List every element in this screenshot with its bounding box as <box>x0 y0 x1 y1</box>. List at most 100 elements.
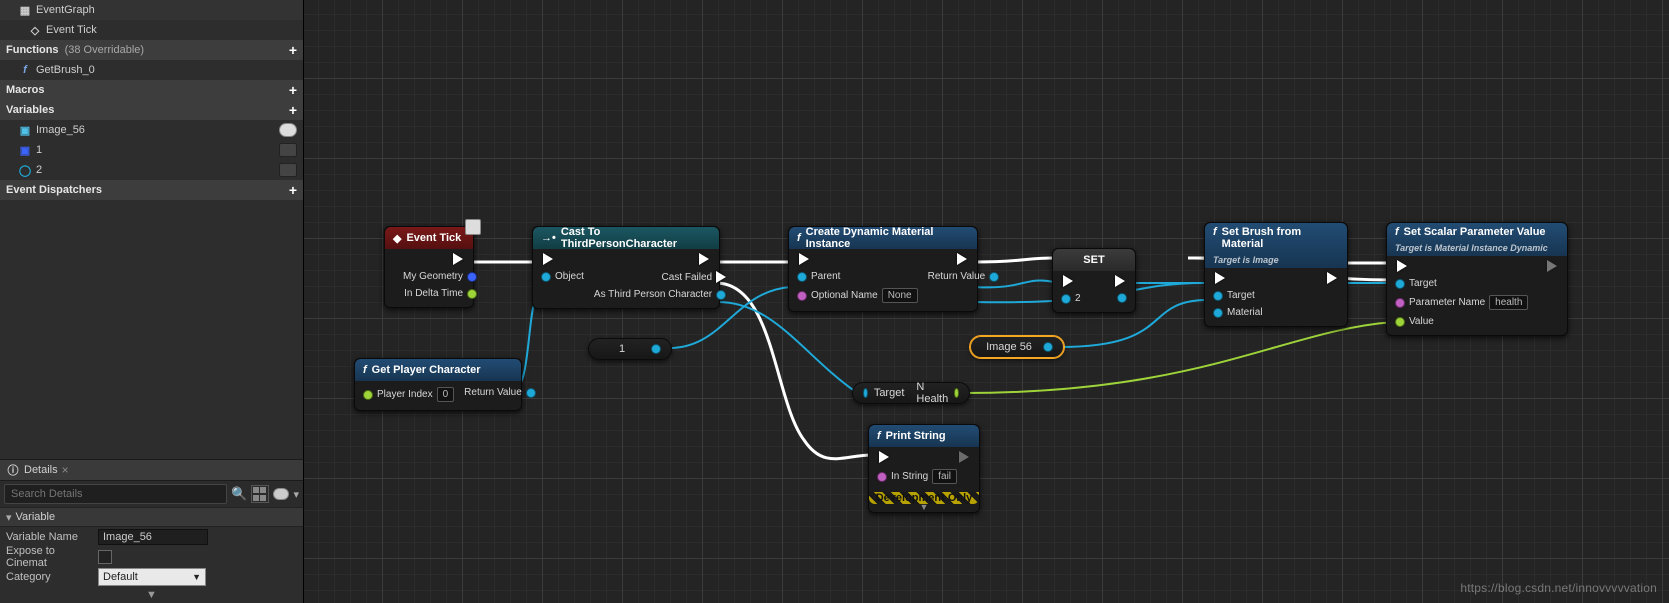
chip-out-port[interactable] <box>1043 342 1053 352</box>
node-event-tick[interactable]: ◆ Event Tick My Geometry In Delta Time <box>384 226 474 308</box>
node-set-scalar[interactable]: fSet Scalar Parameter Value Target is Ma… <box>1386 222 1568 336</box>
exec-in-pin[interactable] <box>1213 272 1227 284</box>
matrix-view-icon[interactable] <box>251 485 269 503</box>
pin-delta-time[interactable]: In Delta Time <box>403 288 477 299</box>
chip-out-port[interactable] <box>954 388 959 398</box>
optional-name-input[interactable]: None <box>882 288 918 303</box>
var-1-label: 1 <box>36 144 42 156</box>
pin-value[interactable]: Value <box>1395 316 1528 327</box>
node-subtitle: Target is Material Instance Dynamic <box>1395 243 1548 253</box>
graph-event-item[interactable]: ◇ Event Tick <box>0 20 303 40</box>
chevron-down-icon: ▼ <box>192 572 201 582</box>
node-title: f Create Dynamic Material Instance <box>789 227 977 249</box>
visibility-eye-icon[interactable] <box>279 123 297 137</box>
add-function-icon[interactable]: + <box>289 42 297 58</box>
macros-category[interactable]: Macros + <box>0 80 303 100</box>
in-string-input[interactable]: fail <box>932 469 957 484</box>
functions-category[interactable]: Functions (38 Overridable) + <box>0 40 303 60</box>
pin-as-character[interactable]: As Third Person Character <box>594 289 726 300</box>
pin-in-string[interactable]: In Stringfail <box>877 469 957 484</box>
player-index-input[interactable]: 0 <box>437 387 455 402</box>
variable-name-input[interactable] <box>98 529 208 545</box>
chip-out-port[interactable] <box>651 344 661 354</box>
my-blueprint-tree: ▦ EventGraph ◇ Event Tick Functions (38 … <box>0 0 303 200</box>
variable-2[interactable]: ◯ 2 <box>0 160 303 180</box>
chip-label: 1 <box>599 343 645 355</box>
pin-return-value[interactable]: Return Value <box>464 387 536 398</box>
variable-1[interactable]: ▣ 1 <box>0 140 303 160</box>
node-cast-thirdperson[interactable]: →• Cast To ThirdPersonCharacter Object C… <box>532 226 720 309</box>
exec-out-pin[interactable] <box>955 253 969 265</box>
node-title: fSet Scalar Parameter Value Target is Ma… <box>1387 223 1567 256</box>
pin-cast-failed[interactable]: Cast Failed <box>594 271 726 283</box>
graph-icon: ▦ <box>18 3 32 17</box>
function-item[interactable]: f GetBrush_0 <box>0 60 303 80</box>
dispatchers-category[interactable]: Event Dispatchers + <box>0 180 303 200</box>
pin-material[interactable]: Material <box>1213 307 1263 318</box>
visibility-slot[interactable] <box>279 143 297 157</box>
var-image-label: Image_56 <box>36 124 85 136</box>
param-name-input[interactable]: health <box>1489 295 1528 310</box>
add-variable-icon[interactable]: + <box>289 102 297 118</box>
pin-my-geometry[interactable]: My Geometry <box>403 271 477 282</box>
pin-optional-name[interactable]: Optional NameNone <box>797 288 918 303</box>
event-graph-canvas[interactable]: ◆ Event Tick My Geometry In Delta Time →… <box>304 0 1669 603</box>
pin-player-index[interactable]: Player Index0 <box>363 387 454 402</box>
left-panel: ▦ EventGraph ◇ Event Tick Functions (38 … <box>0 0 304 603</box>
pin-target[interactable]: Target <box>1213 290 1263 301</box>
exec-out-pin[interactable] <box>957 451 971 463</box>
add-macro-icon[interactable]: + <box>289 82 297 98</box>
event-diamond-icon: ◆ <box>393 232 401 245</box>
node-print-string[interactable]: f Print String In Stringfail Development… <box>868 424 980 513</box>
exec-in-pin[interactable] <box>541 253 555 265</box>
event-icon: ◇ <box>28 23 42 37</box>
exec-in-pin[interactable] <box>1061 275 1075 287</box>
graph-root-label: EventGraph <box>36 4 95 16</box>
variable-chip-nhealth[interactable]: Target N Health <box>852 382 970 404</box>
variable-chip-image56[interactable]: Image 56 <box>970 336 1064 358</box>
variables-category[interactable]: Variables + <box>0 100 303 120</box>
visibility-slot[interactable] <box>279 163 297 177</box>
exec-in-pin[interactable] <box>1395 260 1409 272</box>
node-get-player-character[interactable]: f Get Player Character Player Index0 Ret… <box>354 358 522 411</box>
exec-out-pin[interactable] <box>697 253 711 265</box>
dropdown-arrow-icon[interactable]: ▾ <box>293 488 299 501</box>
chip-target-label: Target <box>874 387 905 399</box>
search-icon[interactable]: 🔍 <box>231 486 247 502</box>
chip-in-port[interactable] <box>863 388 868 398</box>
node-set[interactable]: SET 2 <box>1052 248 1136 313</box>
pin-parent[interactable]: Parent <box>797 271 918 282</box>
pin-parameter-name[interactable]: Parameter Namehealth <box>1395 295 1528 310</box>
graph-root[interactable]: ▦ EventGraph <box>0 0 303 20</box>
eye-icon[interactable] <box>273 488 289 500</box>
pin-object[interactable]: Object <box>541 271 584 282</box>
pin-2-in[interactable]: 2 <box>1061 293 1081 304</box>
exec-out-pin[interactable] <box>1325 272 1339 284</box>
object-var-icon: ◯ <box>18 163 32 177</box>
details-icon: ⓘ <box>6 463 20 477</box>
details-search-input[interactable] <box>4 484 227 504</box>
function-icon: f <box>18 63 32 77</box>
exec-in-pin[interactable] <box>797 253 811 265</box>
exec-in-pin[interactable] <box>877 451 891 463</box>
node-create-dmi[interactable]: f Create Dynamic Material Instance Paren… <box>788 226 978 312</box>
variables-label: Variables <box>6 104 54 116</box>
node-title: ◆ Event Tick <box>385 227 473 249</box>
exec-out-pin[interactable] <box>1545 260 1559 272</box>
cast-icon: →• <box>541 232 556 244</box>
variable-image56[interactable]: ▣ Image_56 <box>0 120 303 140</box>
pin-2-out[interactable] <box>1117 293 1127 303</box>
category-combobox[interactable]: Default ▼ <box>98 568 206 586</box>
exec-out-pin[interactable] <box>451 253 465 265</box>
details-close-icon[interactable]: × <box>62 463 69 477</box>
exec-out-pin[interactable] <box>1113 275 1127 287</box>
prop-name-label: Variable Name <box>6 531 98 543</box>
variable-section-header[interactable]: ▾ Variable <box>0 507 303 527</box>
pin-target[interactable]: Target <box>1395 278 1528 289</box>
add-dispatcher-icon[interactable]: + <box>289 182 297 198</box>
node-set-brush[interactable]: fSet Brush from Material Target is Image… <box>1204 222 1348 327</box>
variable-chip-1[interactable]: 1 <box>588 338 672 360</box>
advanced-expand-icon[interactable]: ▼ <box>0 587 303 603</box>
expose-checkbox[interactable] <box>98 550 112 564</box>
pin-return-value[interactable]: Return Value <box>928 271 1000 282</box>
